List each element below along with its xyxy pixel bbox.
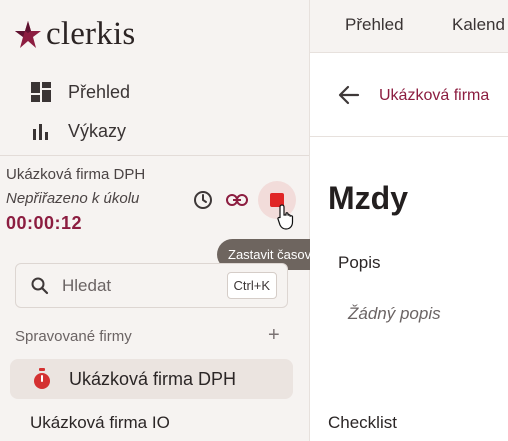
breadcrumb-firm[interactable]: Ukázková firma — [379, 87, 489, 105]
clock-icon — [194, 191, 212, 209]
tab-prehled[interactable]: Přehled — [345, 15, 404, 35]
back-arrow-icon[interactable] — [338, 85, 360, 105]
main-content: Přehled Kalend Ukázková firma Mzdy Popis… — [310, 0, 508, 441]
search-box[interactable]: Ctrl+K — [15, 263, 288, 308]
checklist-label: Checklist — [328, 413, 397, 432]
timer-elapsed-time: 00:00:12 — [6, 213, 83, 233]
sidebar-firm-item-active[interactable]: Ukázková firma DPH — [10, 359, 293, 399]
link-button[interactable] — [224, 187, 250, 213]
timer-task-name: Nepřiřazeno k úkolu — [6, 190, 140, 207]
bar-chart-icon — [30, 120, 52, 142]
history-button[interactable] — [190, 187, 216, 213]
plus-icon: + — [268, 324, 280, 346]
search-icon — [31, 277, 49, 295]
firm-label: Ukázková firma DPH — [69, 369, 237, 389]
link-icon — [226, 194, 248, 206]
dashboard-icon — [30, 81, 52, 103]
nav-item-label: Výkazy — [68, 120, 127, 141]
logo-text: clerkis — [46, 16, 136, 52]
tab-kalendar[interactable]: Kalend — [452, 15, 505, 35]
stopwatch-icon — [34, 368, 50, 389]
shortcut-badge: Ctrl+K — [226, 272, 277, 299]
section-title: Spravované firmy — [15, 328, 132, 345]
nav-item-prehled[interactable]: Přehled — [30, 81, 130, 103]
add-firm-button[interactable]: + — [268, 324, 280, 347]
page-title: Mzdy — [328, 180, 408, 216]
nav-item-label: Přehled — [68, 81, 131, 102]
search-input[interactable] — [60, 272, 224, 300]
nav-item-vykazy[interactable]: Výkazy — [30, 120, 126, 142]
logo[interactable]: clerkis — [14, 16, 135, 53]
sidebar-firm-item[interactable]: Ukázková firma IO — [30, 413, 170, 433]
timer-firm-name: Ukázková firma DPH — [6, 166, 146, 183]
description-label: Popis — [338, 253, 381, 272]
hand-cursor-icon — [277, 204, 294, 230]
sidebar: clerkis Přehled Výkazy Ukázková firma DP… — [0, 0, 336, 441]
logo-star-icon — [15, 20, 41, 48]
divider — [310, 136, 508, 137]
divider — [0, 155, 309, 156]
tab-bar: Přehled Kalend — [310, 0, 508, 53]
description-empty[interactable]: Žádný popis — [348, 304, 441, 324]
